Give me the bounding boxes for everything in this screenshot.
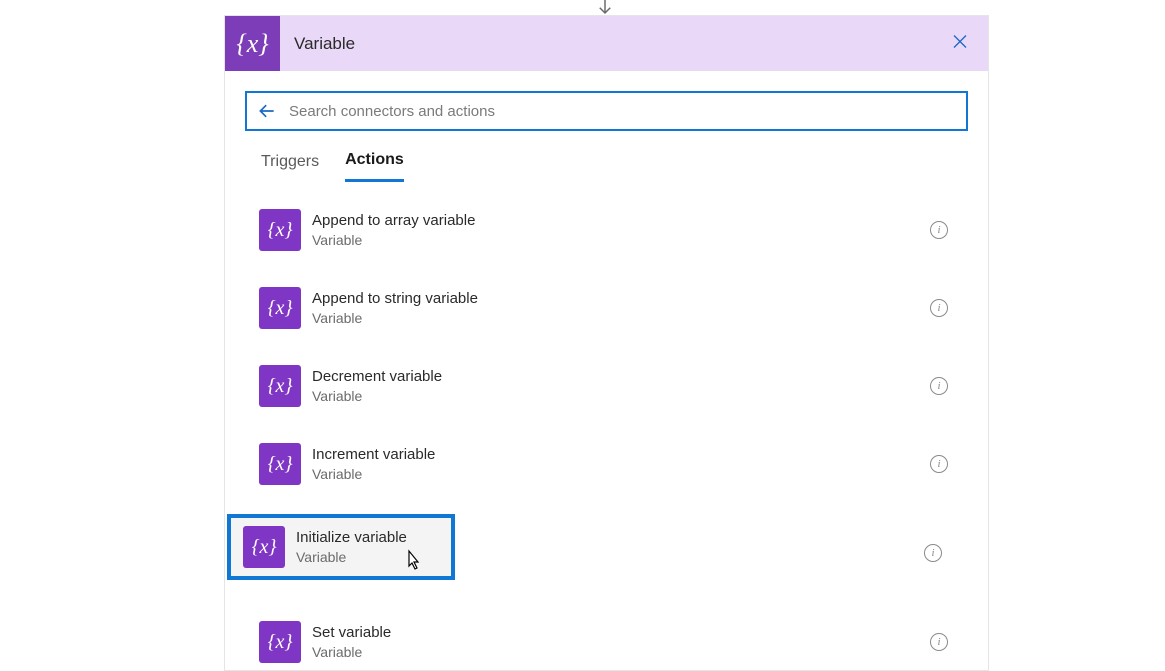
tab-actions[interactable]: Actions <box>345 151 404 182</box>
variable-icon: {x} <box>259 443 301 485</box>
action-subtitle: Variable <box>312 465 930 483</box>
action-decrement[interactable]: {x} Decrement variable Variable i <box>245 358 968 414</box>
panel-body: Triggers Actions {x} Append to array var… <box>225 71 988 670</box>
search-input[interactable] <box>287 93 966 129</box>
variable-icon: {x} <box>259 621 301 663</box>
info-icon[interactable]: i <box>930 377 948 395</box>
variable-connector-icon: {x} <box>225 16 280 71</box>
action-subtitle: Variable <box>312 231 930 249</box>
variable-icon: {x} <box>259 287 301 329</box>
highlight-box: {x} Initialize variable Variable <box>227 514 455 580</box>
search-box[interactable] <box>245 91 968 131</box>
action-subtitle: Variable <box>312 387 930 405</box>
action-increment[interactable]: {x} Increment variable Variable i <box>245 436 968 492</box>
variable-icon: {x} <box>259 209 301 251</box>
action-subtitle: Variable <box>312 309 930 327</box>
flow-arrow-icon <box>596 0 614 16</box>
info-icon[interactable]: i <box>930 455 948 473</box>
info-icon[interactable]: i <box>930 221 948 239</box>
tabs: Triggers Actions <box>225 131 988 182</box>
actions-list: {x} Append to array variable Variable i … <box>225 182 988 670</box>
action-title: Increment variable <box>312 445 930 465</box>
action-append-array[interactable]: {x} Append to array variable Variable i <box>245 202 968 258</box>
info-icon[interactable]: i <box>930 299 948 317</box>
action-append-string[interactable]: {x} Append to string variable Variable i <box>245 280 968 336</box>
action-subtitle: Variable <box>312 643 930 661</box>
tab-triggers[interactable]: Triggers <box>261 151 319 182</box>
close-icon <box>952 33 968 49</box>
panel-header: {x} Variable <box>225 16 988 71</box>
search-row <box>225 71 988 131</box>
action-title: Append to array variable <box>312 211 930 231</box>
action-title: Append to string variable <box>312 289 930 309</box>
action-title: Initialize variable <box>296 528 439 548</box>
arrow-left-icon <box>257 101 277 121</box>
action-title: Decrement variable <box>312 367 930 387</box>
action-title: Set variable <box>312 623 930 643</box>
action-picker-panel: {x} Variable Triggers Actions <box>224 15 989 671</box>
info-icon[interactable]: i <box>924 544 942 562</box>
action-initialize[interactable]: {x} Initialize variable Variable <box>231 518 451 576</box>
action-set[interactable]: {x} Set variable Variable i <box>245 614 968 670</box>
variable-icon: {x} <box>259 365 301 407</box>
action-subtitle: Variable <box>296 548 439 566</box>
panel-title: Variable <box>294 34 355 54</box>
info-icon[interactable]: i <box>930 633 948 651</box>
close-button[interactable] <box>948 28 972 59</box>
variable-icon: {x} <box>243 526 285 568</box>
back-button[interactable] <box>247 101 287 121</box>
